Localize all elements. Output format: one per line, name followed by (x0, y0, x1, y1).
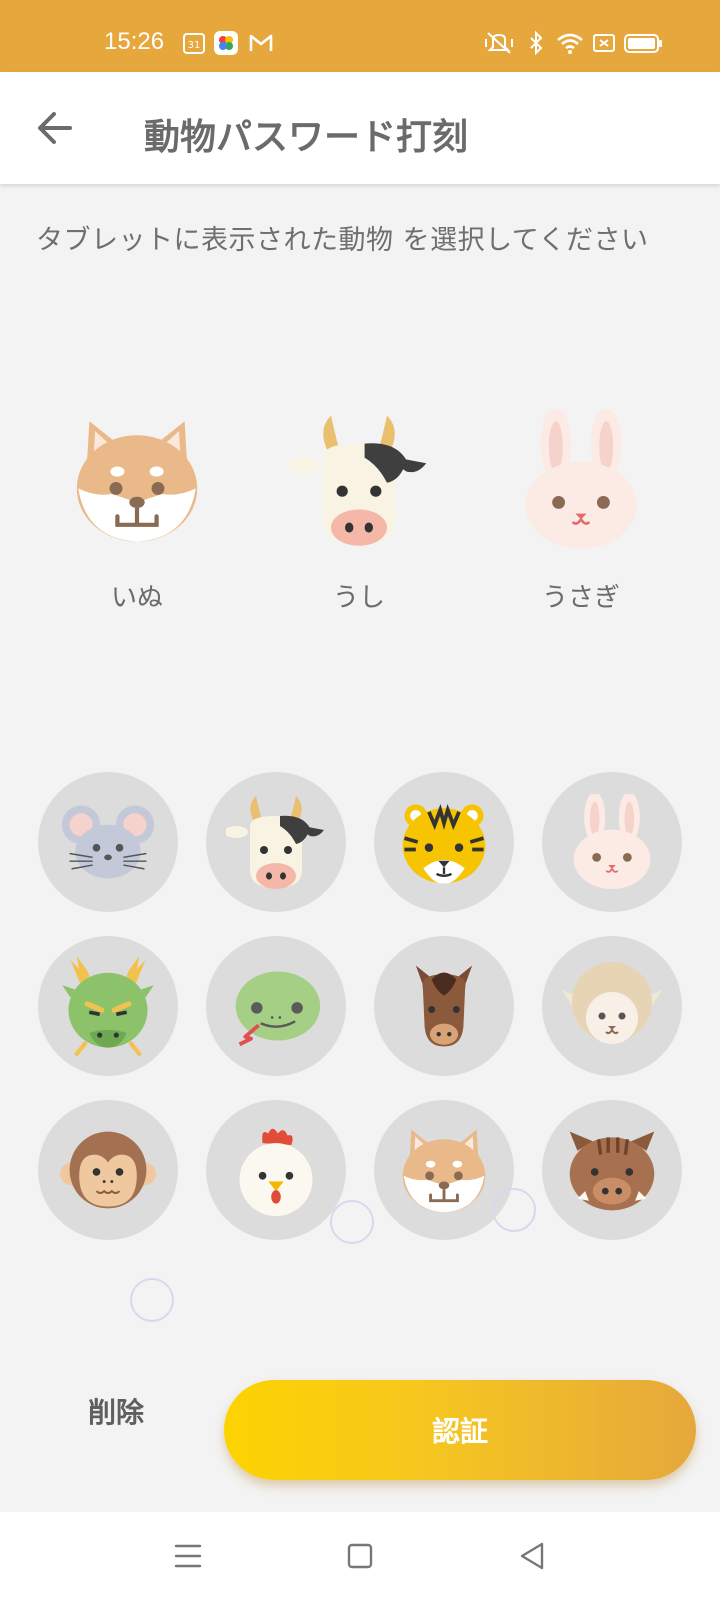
rabbit-face-icon (511, 405, 651, 555)
page-title: 動物パスワード打刻 (144, 117, 469, 158)
authenticate-button[interactable]: 認証 (224, 1380, 696, 1480)
horse-face-icon (400, 951, 488, 1061)
animal-button-monkey[interactable] (38, 1100, 178, 1240)
app-bar: 動物パスワード打刻 (0, 72, 720, 184)
selected-animal-2: うし (284, 405, 434, 614)
selected-animal-1: いぬ (62, 405, 212, 614)
status-bar: 15:26 31 (0, 0, 720, 72)
data-off-icon (593, 34, 615, 52)
menu-icon[interactable] (166, 1534, 210, 1578)
animal-button-horse[interactable] (374, 936, 514, 1076)
status-time: 15:26 (104, 28, 165, 55)
rabbit-face-icon (564, 787, 660, 897)
dog-face-icon (67, 405, 207, 555)
selected-animal-3: うさぎ (506, 405, 656, 614)
animal-button-mouse[interactable] (38, 772, 178, 912)
selected-animal-label: うし (332, 583, 385, 613)
dragon-face-icon (56, 946, 160, 1066)
monkey-face-icon (54, 1122, 162, 1218)
selected-animal-label: うさぎ (541, 583, 620, 613)
authenticate-button-label: 認証 (431, 1415, 488, 1448)
vibrate-icon (485, 32, 513, 54)
arrow-left-icon[interactable] (30, 102, 82, 154)
wifi-icon (557, 33, 583, 54)
touch-indicator (130, 1278, 174, 1322)
animal-button-tiger[interactable] (374, 772, 514, 912)
animal-button-dragon[interactable] (38, 936, 178, 1076)
instruction-text: タブレットに表示された動物 を選択してください (36, 225, 649, 256)
photos-icon (214, 31, 238, 55)
mouse-face-icon (60, 794, 156, 890)
touch-indicator (330, 1200, 374, 1244)
snake-face-icon (226, 958, 326, 1054)
system-nav-bar (0, 1512, 720, 1600)
sheep-face-icon (560, 956, 664, 1056)
tiger-face-icon (397, 795, 491, 889)
animal-button-sheep[interactable] (542, 936, 682, 1076)
animal-button-rabbit[interactable] (542, 772, 682, 912)
boar-face-icon (562, 1122, 662, 1218)
svg-text:31: 31 (188, 40, 201, 51)
touch-indicator (492, 1188, 536, 1232)
animal-button-cow[interactable] (206, 772, 346, 912)
selected-animal-label: いぬ (110, 583, 163, 613)
animal-button-rooster[interactable] (206, 1100, 346, 1240)
rooster-face-icon (228, 1118, 324, 1222)
home-square-icon[interactable] (338, 1534, 382, 1578)
delete-button[interactable]: 削除 (56, 1383, 176, 1443)
calendar-31-icon: 31 (183, 33, 205, 54)
cow-face-icon (226, 792, 326, 892)
back-triangle-icon[interactable] (510, 1534, 554, 1578)
gmail-icon (249, 34, 273, 51)
battery-icon (624, 34, 662, 53)
cow-face-icon (289, 405, 429, 555)
animal-button-snake[interactable] (206, 936, 346, 1076)
animal-button-boar[interactable] (542, 1100, 682, 1240)
dog-face-icon (396, 1118, 492, 1222)
bluetooth-icon (530, 31, 543, 55)
